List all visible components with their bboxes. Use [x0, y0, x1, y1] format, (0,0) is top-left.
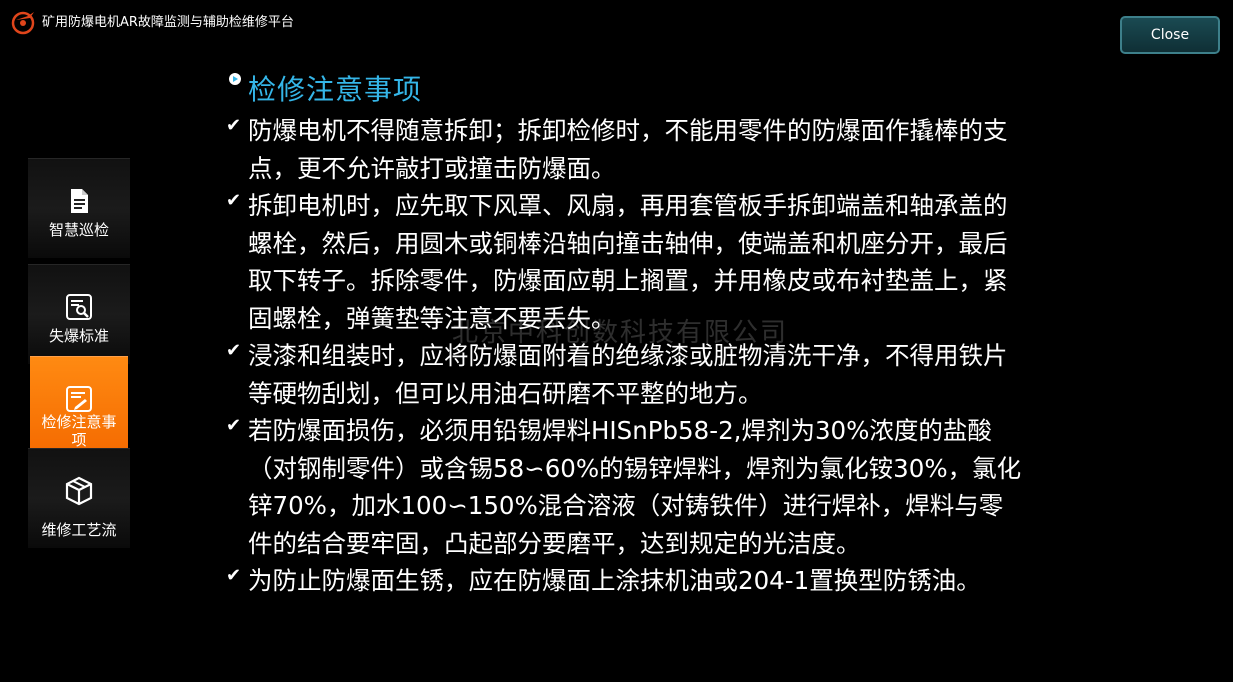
notes-list: ✔ 防爆电机不得随意拆卸；拆卸检修时，不能用零件的防爆面作撬棒的支点，更不允许敲… [224, 112, 1024, 600]
list-item-text: 为防止防爆面生锈，应在防爆面上涂抹机油或204-1置换型防锈油。 [248, 566, 981, 595]
sidebar-item-repair-notes[interactable]: 检修注意事项 [30, 356, 128, 456]
check-icon: ✔ [226, 115, 242, 136]
list-item: ✔ 若防爆面损伤，必须用铅锡焊料HISnPb58-2,焊剂为30%浓度的盐酸（对… [224, 412, 1024, 562]
document-icon [71, 189, 88, 213]
cube-icon [65, 476, 93, 506]
check-icon: ✔ [226, 415, 242, 436]
page-title: 检修注意事项 [248, 73, 423, 106]
repair-notes-icon [66, 386, 92, 412]
list-item-text: 防爆电机不得随意拆卸；拆卸检修时，不能用零件的防爆面作撬棒的支点，更不允许敲打或… [248, 116, 1008, 183]
play-bullet-icon [229, 73, 241, 85]
inspect-icon [66, 294, 92, 320]
sidebar-item-label: 智慧巡检 [48, 221, 109, 239]
sidebar-item-label: 维修工艺流 [41, 521, 117, 539]
sidebar-item-explosion-standard[interactable]: 失爆标准 [28, 264, 130, 364]
list-item-text: 若防爆面损伤，必须用铅锡焊料HISnPb58-2,焊剂为30%浓度的盐酸（对钢制… [248, 416, 1022, 558]
check-icon: ✔ [226, 190, 242, 211]
list-item: ✔ 防爆电机不得随意拆卸；拆卸检修时，不能用零件的防爆面作撬棒的支点，更不允许敲… [224, 112, 1024, 187]
list-item-text: 浸漆和组装时，应将防爆面附着的绝缘漆或脏物清洗干净，不得用铁片等硬物刮划，但可以… [248, 341, 1008, 408]
sidebar-item-label: 检修注意事项 [41, 413, 117, 449]
sidebar-item-smart-inspection[interactable]: 智慧巡检 [28, 158, 130, 258]
sidebar-item-label: 失爆标准 [48, 327, 109, 345]
check-icon: ✔ [226, 340, 242, 361]
app-title: 矿用防爆电机AR故障监测与辅助检维修平台 [42, 15, 294, 30]
list-item: ✔ 为防止防爆面生锈，应在防爆面上涂抹机油或204-1置换型防锈油。 [224, 562, 1024, 600]
app-logo-icon [11, 11, 35, 35]
check-icon: ✔ [226, 565, 242, 586]
sidebar-item-repair-process[interactable]: 维修工艺流 [28, 448, 130, 548]
title-bar: 矿用防爆电机AR故障监测与辅助检维修平台 [0, 0, 900, 40]
watermark: 北京中科创数科技有限公司 [452, 318, 789, 348]
close-button[interactable]: Close [1120, 16, 1220, 54]
